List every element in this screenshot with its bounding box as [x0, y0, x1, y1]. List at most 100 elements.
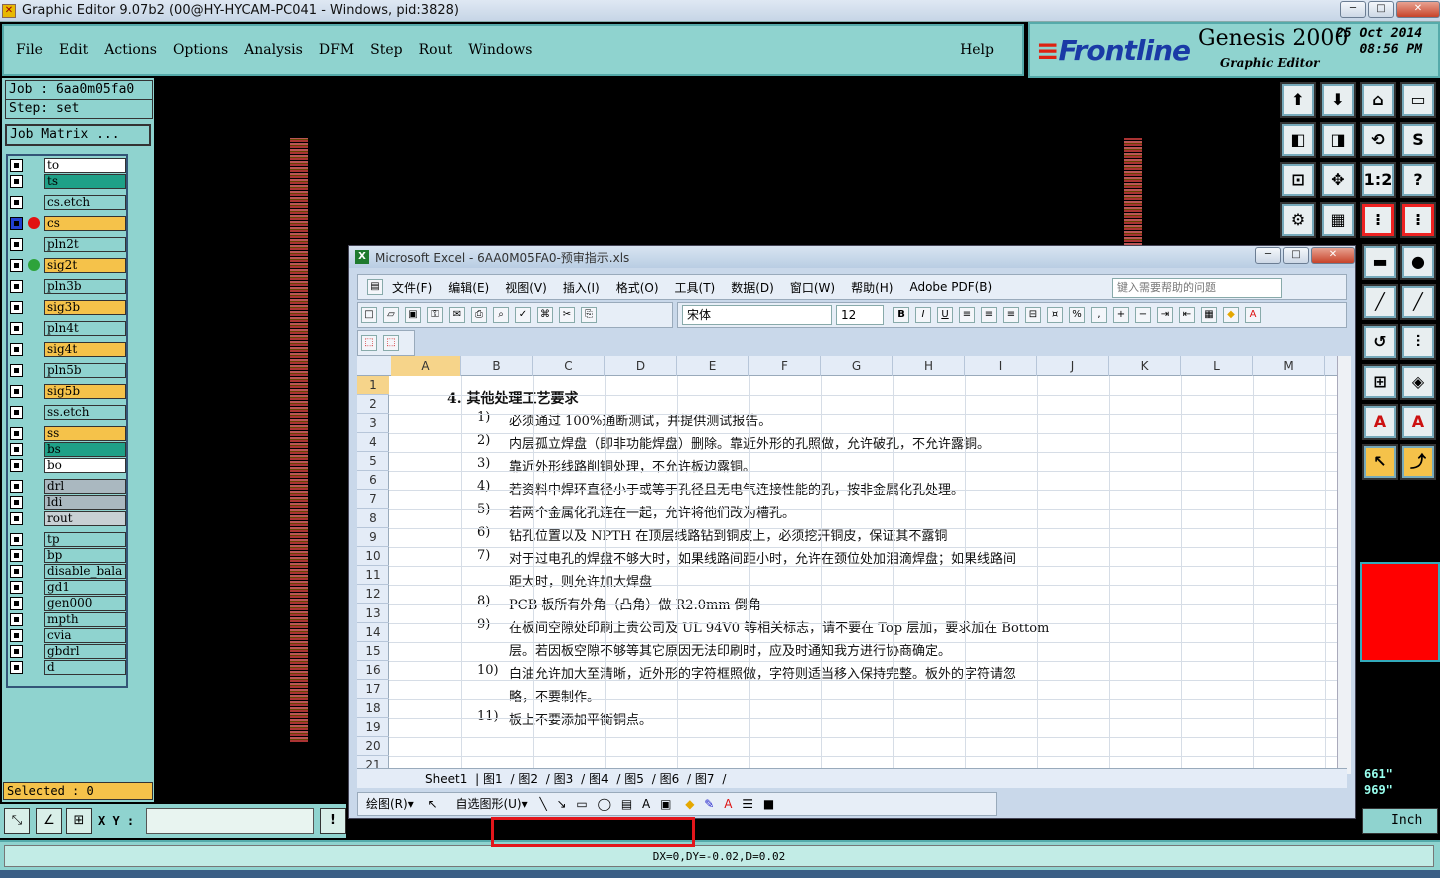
- layer-checkbox[interactable]: [10, 443, 23, 456]
- menu-dfm[interactable]: DFM: [319, 42, 354, 58]
- layer-row[interactable]: ss: [10, 426, 128, 441]
- layer-checkbox[interactable]: [10, 259, 23, 272]
- layer-name[interactable]: ss: [44, 426, 126, 441]
- draw-line-color-icon[interactable]: ✎: [704, 797, 714, 811]
- column-header[interactable]: K: [1109, 356, 1181, 376]
- shapes-icon[interactable]: ◈: [1400, 364, 1436, 400]
- layer-name[interactable]: sig2t: [44, 258, 126, 273]
- layer-row[interactable]: bo: [10, 458, 128, 473]
- indent-icon[interactable]: ⇥: [1157, 307, 1173, 323]
- arc-icon[interactable]: ↺: [1362, 324, 1398, 360]
- layer-row[interactable]: cs: [10, 216, 128, 231]
- column-header[interactable]: L: [1181, 356, 1253, 376]
- layer-row[interactable]: sig3b: [10, 300, 128, 315]
- menu-file[interactable]: File: [16, 42, 43, 58]
- excel-menu-tools[interactable]: 工具(T): [675, 279, 716, 296]
- layer-checkbox[interactable]: [10, 496, 23, 509]
- currency-icon[interactable]: ¤: [1047, 307, 1063, 323]
- excel-menu-window[interactable]: 窗口(W): [790, 279, 835, 296]
- line-icon[interactable]: ╱: [1362, 284, 1398, 320]
- layer-row[interactable]: cs.etch: [10, 195, 128, 210]
- layer-name[interactable]: rout: [44, 511, 126, 526]
- wordart-tool-icon[interactable]: A: [642, 797, 650, 811]
- layer-row[interactable]: pln3b: [10, 279, 128, 294]
- outdent-icon[interactable]: ⇤: [1179, 307, 1195, 323]
- layer-checkbox[interactable]: [10, 343, 23, 356]
- row-header[interactable]: 3: [357, 414, 389, 433]
- open-icon[interactable]: ▱: [383, 307, 399, 323]
- unit-selector[interactable]: Inch: [1362, 808, 1438, 834]
- layer-name[interactable]: gbdrl: [44, 644, 126, 659]
- cut-icon[interactable]: ✂: [559, 307, 575, 323]
- excel-menu-edit[interactable]: 编辑(E): [448, 279, 489, 296]
- layer-row[interactable]: disable_bala: [10, 564, 128, 579]
- excel-maximize-button[interactable]: □: [1283, 247, 1309, 264]
- snap-icon[interactable]: S: [1400, 122, 1436, 158]
- row-header[interactable]: 20: [357, 737, 389, 756]
- layer-checkbox[interactable]: [10, 629, 23, 642]
- underline-icon[interactable]: U: [937, 307, 953, 323]
- layer-name[interactable]: ss.etch: [44, 405, 126, 420]
- layer-name[interactable]: bs: [44, 442, 126, 457]
- menu-windows[interactable]: Windows: [468, 42, 532, 58]
- pan-left-icon[interactable]: ◧: [1280, 122, 1316, 158]
- sheet-tab[interactable]: 图7: [695, 772, 715, 786]
- ruler-icon[interactable]: ▬: [1362, 244, 1398, 280]
- column-header[interactable]: H: [893, 356, 965, 376]
- draw-menu[interactable]: 绘图(R)▾: [366, 797, 414, 811]
- merge-icon[interactable]: ⊟: [1025, 307, 1041, 323]
- layer-name[interactable]: ldi: [44, 495, 126, 510]
- textbox-tool-icon[interactable]: ▤: [621, 797, 632, 811]
- row-header[interactable]: 13: [357, 604, 389, 623]
- excel-menu-format[interactable]: 格式(O): [616, 279, 659, 296]
- pdf-email-icon[interactable]: ⬚: [383, 335, 399, 351]
- decrease-decimal-icon[interactable]: −: [1135, 307, 1151, 323]
- layer-row[interactable]: gd1: [10, 580, 128, 595]
- menu-actions[interactable]: Actions: [104, 42, 157, 58]
- mirror-icon[interactable]: ⟲: [1360, 122, 1396, 158]
- layers-alt-icon[interactable]: ⁝: [1400, 202, 1436, 238]
- layer-row[interactable]: gbdrl: [10, 644, 128, 659]
- layer-checkbox[interactable]: [10, 175, 23, 188]
- center-icon[interactable]: ✥: [1320, 162, 1356, 198]
- copy-icon[interactable]: ⎘: [581, 307, 597, 323]
- layer-name[interactable]: sig5b: [44, 384, 126, 399]
- menu-analysis[interactable]: Analysis: [244, 42, 303, 58]
- spreadsheet-grid[interactable]: ABCDEFGHIJKLM 1 2 3 4 5 6 7 8 9 10 11 12 13 14 15 16 17 1…: [357, 356, 1339, 847]
- new-icon[interactable]: □: [361, 307, 377, 323]
- layer-row[interactable]: d: [10, 660, 128, 675]
- row-header[interactable]: 15: [357, 642, 389, 661]
- angle-icon[interactable]: ∠: [36, 808, 62, 834]
- layer-name[interactable]: drl: [44, 479, 126, 494]
- font-size-select[interactable]: 12: [836, 305, 884, 325]
- column-header[interactable]: J: [1037, 356, 1109, 376]
- layer-name[interactable]: pln5b: [44, 363, 126, 378]
- layer-name[interactable]: bo: [44, 458, 126, 473]
- layer-name[interactable]: bp: [44, 548, 126, 563]
- layer-checkbox[interactable]: [10, 217, 23, 230]
- menu-step[interactable]: Step: [370, 42, 402, 58]
- bold-icon[interactable]: B: [893, 307, 909, 323]
- layer-name[interactable]: gen000: [44, 596, 126, 611]
- layer-checkbox[interactable]: [10, 301, 23, 314]
- layer-checkbox[interactable]: [10, 322, 23, 335]
- draw-fill-icon[interactable]: ◆: [685, 797, 694, 811]
- layer-row[interactable]: drl: [10, 479, 128, 494]
- layer-name[interactable]: sig3b: [44, 300, 126, 315]
- rectangle-tool-icon[interactable]: ▭: [576, 797, 587, 811]
- column-header[interactable]: I: [965, 356, 1037, 376]
- layer-name[interactable]: to: [44, 158, 126, 173]
- layer-checkbox[interactable]: [10, 238, 23, 251]
- pdf-icon[interactable]: ⬚: [361, 335, 377, 351]
- row-header[interactable]: 10: [357, 547, 389, 566]
- save-icon[interactable]: ▣: [405, 307, 421, 323]
- excel-doc-icon[interactable]: ▤: [367, 279, 383, 295]
- row-header[interactable]: 6: [357, 471, 389, 490]
- split-icon[interactable]: ⫶: [1400, 324, 1436, 360]
- sheet-tab[interactable]: 图2: [518, 772, 538, 786]
- row-header[interactable]: 18: [357, 699, 389, 718]
- menu-edit[interactable]: Edit: [59, 42, 88, 58]
- close-button[interactable]: ✕: [1396, 1, 1440, 18]
- email-icon[interactable]: ✉: [449, 307, 465, 323]
- increase-decimal-icon[interactable]: +: [1113, 307, 1129, 323]
